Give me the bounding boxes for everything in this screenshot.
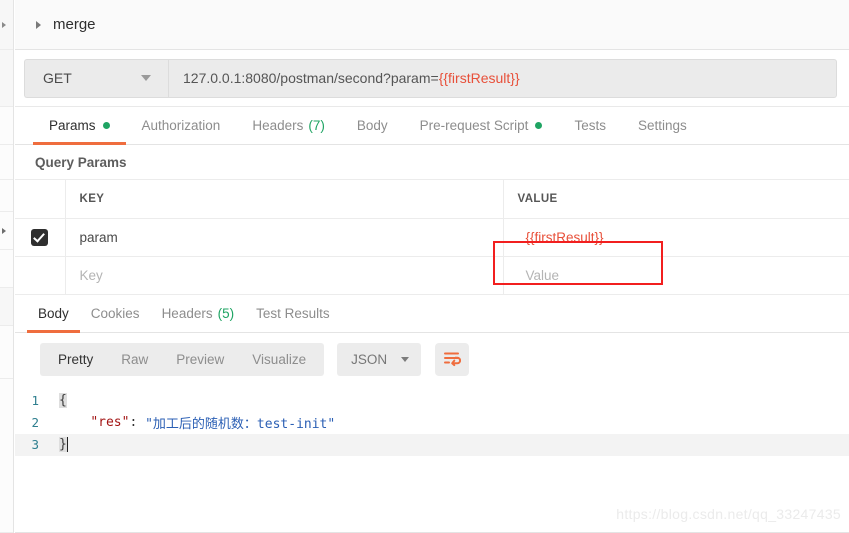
line-number: 3	[31, 437, 39, 452]
empty-key-input[interactable]: Key	[65, 256, 504, 295]
url-text: 127.0.0.1:8080/postman/second?param=	[183, 70, 439, 86]
checkbox-checked-icon[interactable]	[31, 228, 49, 246]
format-visualize[interactable]: Visualize	[238, 343, 320, 376]
empty-value-input[interactable]: Value	[503, 256, 849, 295]
tab-body[interactable]: Body	[341, 107, 404, 144]
chevron-down-icon	[141, 75, 151, 81]
value-column-header: VALUE	[503, 180, 849, 219]
word-wrap-toggle[interactable]	[435, 342, 470, 376]
format-preview[interactable]: Preview	[162, 343, 238, 376]
row-value-input[interactable]: {{firstResult}}	[503, 218, 849, 257]
select-all-header	[15, 180, 66, 219]
text-cursor	[66, 437, 68, 452]
tab-params[interactable]: Params	[33, 107, 126, 145]
table-row: param {{firstResult}}	[15, 218, 849, 257]
response-tab-body-label: Body	[38, 305, 69, 321]
sidebar-strip-row[interactable]	[0, 50, 13, 107]
chevron-down-icon	[401, 356, 410, 362]
response-body-toolbar: Pretty Raw Preview Visualize JSON	[15, 332, 849, 386]
sidebar-strip-row[interactable]	[0, 212, 13, 250]
code-text: {	[59, 393, 67, 408]
query-params-table: KEY VALUE param {{firstResult}} Key Valu…	[15, 180, 849, 295]
json-key: "res"	[90, 415, 130, 430]
tab-authorization-label: Authorization	[141, 118, 221, 133]
code-line: 3 }	[15, 433, 849, 456]
response-format-switcher: Pretty Raw Preview Visualize	[40, 342, 325, 376]
response-tab-body[interactable]: Body	[27, 295, 80, 333]
sidebar-strip-row[interactable]	[0, 288, 13, 326]
code-line: 2 "res": "加工后的随机数：test-init"	[15, 412, 849, 434]
response-body-json-viewer[interactable]: 1 { 2 "res": "加工后的随机数：test-init" 3 }	[15, 386, 849, 456]
collection-sidebar-strip[interactable]	[0, 0, 14, 533]
request-tabs: Params Authorization Headers (7) Body Pr…	[15, 107, 849, 145]
response-tab-headers[interactable]: Headers (5)	[151, 295, 246, 332]
status-dot-icon	[102, 122, 110, 129]
format-pretty[interactable]: Pretty	[44, 343, 107, 376]
status-dot-icon	[535, 122, 543, 129]
tab-settings[interactable]: Settings	[622, 107, 703, 144]
tab-tests-label: Tests	[574, 118, 606, 133]
table-row-empty: Key Value	[15, 256, 849, 295]
key-column-header: KEY	[65, 180, 504, 219]
sidebar-strip-row[interactable]	[0, 107, 13, 145]
folder-breadcrumb-header[interactable]: merge	[15, 0, 849, 50]
response-language-select[interactable]: JSON	[337, 342, 422, 376]
response-tab-headers-count: (5)	[217, 305, 235, 321]
tab-params-label: Params	[49, 118, 96, 133]
row-checkbox-cell[interactable]	[15, 218, 66, 257]
url-input[interactable]: 127.0.0.1:8080/postman/second?param= {{fi…	[168, 58, 837, 98]
http-method-label: GET	[43, 70, 72, 86]
sidebar-strip-row[interactable]	[0, 250, 13, 288]
row-key-input[interactable]: param	[65, 218, 504, 257]
sidebar-strip-row[interactable]	[0, 326, 13, 379]
tab-pre-request-script-label: Pre-request Script	[419, 118, 529, 133]
request-response-pane: merge GET 127.0.0.1:8080/postman/second?…	[15, 0, 849, 533]
response-tabs: Body Cookies Headers (5) Test Results	[15, 294, 849, 333]
json-value: "加工后的随机数：test-init"	[145, 417, 336, 432]
format-raw[interactable]: Raw	[107, 343, 162, 376]
response-tab-test-results-label: Test Results	[256, 305, 330, 321]
caret-right-icon[interactable]	[36, 20, 41, 29]
table-header-row: KEY VALUE	[15, 180, 849, 219]
empty-row-checkbox-cell[interactable]	[15, 256, 66, 295]
json-separator: :	[129, 415, 146, 430]
code-line: 1 {	[15, 390, 849, 412]
caret-right-icon	[2, 21, 6, 28]
tab-body-label: Body	[356, 118, 388, 133]
tab-tests[interactable]: Tests	[558, 107, 622, 144]
watermark-text: https://blog.csdn.net/qq_33247435	[616, 506, 841, 522]
tab-headers[interactable]: Headers (7)	[236, 107, 341, 144]
response-tab-test-results[interactable]: Test Results	[245, 295, 341, 332]
http-method-select[interactable]: GET	[24, 58, 168, 98]
sidebar-strip-row[interactable]	[0, 145, 13, 180]
sidebar-strip-row[interactable]	[0, 0, 13, 50]
line-number: 2	[31, 415, 39, 430]
sidebar-strip-row[interactable]	[0, 180, 13, 212]
response-tab-cookies-label: Cookies	[90, 305, 140, 321]
response-language-label: JSON	[351, 351, 388, 367]
tab-settings-label: Settings	[637, 118, 687, 133]
caret-right-icon	[2, 227, 6, 234]
response-tab-headers-label: Headers	[161, 305, 213, 321]
tab-headers-count: (7)	[308, 118, 325, 133]
folder-title: merge	[53, 16, 96, 33]
word-wrap-icon	[444, 352, 462, 367]
tab-authorization[interactable]: Authorization	[126, 107, 237, 144]
code-text: }	[59, 437, 67, 452]
request-url-bar: GET 127.0.0.1:8080/postman/second?param=…	[15, 50, 849, 107]
tab-pre-request-script[interactable]: Pre-request Script	[404, 107, 559, 144]
query-params-title: Query Params	[15, 145, 849, 180]
response-tab-cookies[interactable]: Cookies	[80, 295, 151, 332]
tab-headers-label: Headers	[252, 118, 304, 133]
sidebar-strip-row[interactable]	[0, 379, 13, 533]
url-variable: {{firstResult}}	[438, 70, 520, 86]
line-number: 1	[31, 393, 39, 408]
